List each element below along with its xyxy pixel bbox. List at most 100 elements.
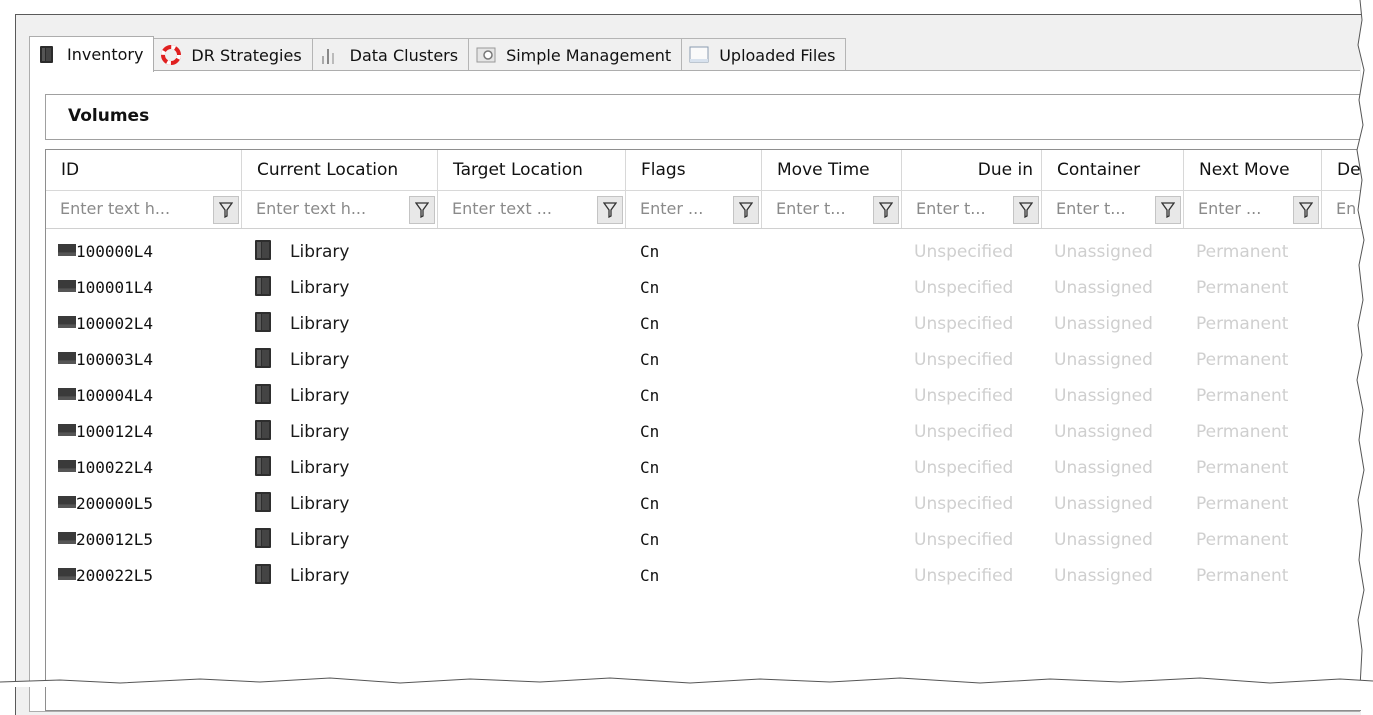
cell-current-location: Library <box>254 414 446 450</box>
table-row[interactable]: 100000L4 Library Cn Unspecified Unassigned Pe… <box>46 234 1361 270</box>
location-label: Library <box>290 386 350 406</box>
cell-current-location: Library <box>254 270 446 306</box>
volume-icon <box>58 532 76 544</box>
filter-icon <box>879 202 893 218</box>
cell-due-in: Unspecified <box>914 278 1014 298</box>
cell-flags: Cn <box>640 422 660 441</box>
column-header-move-time[interactable]: Move Time <box>762 150 902 190</box>
volumes-grid: ID Current Location Target Location Flags Mo… <box>45 149 1373 711</box>
files-icon <box>689 45 709 65</box>
tab-uploaded-files[interactable]: Uploaded Files <box>681 38 847 71</box>
volume-id: 100000L4 <box>76 242 154 261</box>
filter-icon <box>1299 202 1313 218</box>
cell-id: 100002L4 <box>58 306 250 342</box>
library-icon <box>255 384 271 404</box>
filter-button-due-in[interactable] <box>1013 196 1039 224</box>
library-icon <box>255 420 271 440</box>
volume-icon <box>58 568 76 580</box>
filter-button-current-location[interactable] <box>409 196 435 224</box>
table-row[interactable]: 100022L4 Library Cn Unspecified Unassigned Pe… <box>46 450 1361 486</box>
volumes-groupbox: Volumes <box>45 94 1361 140</box>
volume-icon <box>58 460 76 472</box>
table-row[interactable]: 200000L5 Library Cn Unspecified Unassigned Pe… <box>46 486 1361 522</box>
cell-next-move: Permanent <box>1196 566 1289 586</box>
filter-cell-due-in <box>902 190 1042 228</box>
filter-cell-move-time <box>762 190 902 228</box>
filter-input-current-location[interactable] <box>242 190 408 227</box>
cell-container: Unassigned <box>1054 458 1153 478</box>
table-row[interactable]: 100004L4 Library Cn Unspecified Unassigned Pe… <box>46 378 1361 414</box>
volume-icon <box>58 352 76 364</box>
column-header-target-location[interactable]: Target Location <box>438 150 626 190</box>
cell-id: 200012L5 <box>58 522 250 558</box>
inventory-icon <box>37 45 57 65</box>
filter-button-container[interactable] <box>1155 196 1181 224</box>
table-row[interactable]: 100002L4 Library Cn Unspecified Unassigned Pe… <box>46 306 1361 342</box>
tab-label: DR Strategies <box>191 45 302 65</box>
cell-flags: Cn <box>640 278 660 297</box>
column-header-id[interactable]: ID <box>46 150 242 190</box>
library-icon <box>255 276 271 296</box>
table-row[interactable]: 100012L4 Library Cn Unspecified Unassigned Pe… <box>46 414 1361 450</box>
cell-current-location: Library <box>254 450 446 486</box>
cell-id: 100012L4 <box>58 414 250 450</box>
filter-input-target-location[interactable] <box>438 190 596 227</box>
cell-move-time <box>776 306 898 342</box>
table-row[interactable]: 200012L5 Library Cn Unspecified Unassigned Pe… <box>46 522 1361 558</box>
column-header-container[interactable]: Container <box>1042 150 1184 190</box>
column-header-flags[interactable]: Flags <box>626 150 762 190</box>
table-row[interactable]: 100003L4 Library Cn Unspecified Unassigned Pe… <box>46 342 1361 378</box>
cell-container: Unassigned <box>1054 350 1153 370</box>
cell-next-move: Permanent <box>1196 242 1289 262</box>
cell-flags: Cn <box>640 386 660 405</box>
column-header-next-move[interactable]: Next Move <box>1184 150 1322 190</box>
cell-id: 200022L5 <box>58 558 250 594</box>
library-icon <box>255 492 271 512</box>
column-header-current-location[interactable]: Current Location <box>242 150 438 190</box>
cell-due-in: Unspecified <box>914 530 1014 550</box>
filter-input-due-in[interactable] <box>902 190 1012 227</box>
cell-next-move: Permanent <box>1196 458 1289 478</box>
filter-input-container[interactable] <box>1042 190 1154 227</box>
cell-due-in: Unspecified <box>914 386 1014 406</box>
table-row[interactable]: 100001L4 Library Cn Unspecified Unassigned Pe… <box>46 270 1361 306</box>
tab-label: Data Clusters <box>349 45 459 65</box>
cell-next-move: Permanent <box>1196 530 1289 550</box>
filter-button-flags[interactable] <box>733 196 759 224</box>
volume-id: 200022L5 <box>76 566 154 585</box>
column-header-due-in[interactable]: Due in <box>902 150 1042 190</box>
tab-strip: Inventory DR Strategies Data Clusters Si… <box>29 36 847 72</box>
tab-simple-management[interactable]: Simple Management <box>468 38 683 71</box>
tab-dr-strategies[interactable]: DR Strategies <box>153 38 313 71</box>
cell-container: Unassigned <box>1054 530 1153 550</box>
filter-input-flags[interactable] <box>626 190 732 227</box>
tab-inventory[interactable]: Inventory <box>29 36 155 72</box>
tab-data-clusters[interactable]: Data Clusters <box>311 38 470 71</box>
cell-next-move: Permanent <box>1196 386 1289 406</box>
torn-edge-right <box>1356 0 1373 687</box>
filter-cell-flags <box>626 190 762 228</box>
location-label: Library <box>290 422 350 442</box>
volume-id: 100001L4 <box>76 278 154 297</box>
cell-move-time <box>776 414 898 450</box>
cell-container: Unassigned <box>1054 386 1153 406</box>
cell-current-location: Library <box>254 306 446 342</box>
filter-icon <box>1161 202 1175 218</box>
filter-input-move-time[interactable] <box>762 190 872 227</box>
cell-next-move: Permanent <box>1196 314 1289 334</box>
filter-button-target-location[interactable] <box>597 196 623 224</box>
cell-current-location: Library <box>254 342 446 378</box>
group-title: Volumes <box>68 106 150 126</box>
location-label: Library <box>290 350 350 370</box>
table-row[interactable]: 200022L5 Library Cn Unspecified Unassigned Pe… <box>46 558 1361 594</box>
location-label: Library <box>290 458 350 478</box>
filter-button-id[interactable] <box>213 196 239 224</box>
volume-icon <box>58 316 76 328</box>
cell-id: 100000L4 <box>58 234 250 270</box>
filter-button-move-time[interactable] <box>873 196 899 224</box>
cell-due-in: Unspecified <box>914 458 1014 478</box>
volume-icon <box>58 244 76 256</box>
filter-input-next-move[interactable] <box>1184 190 1292 227</box>
filter-input-id[interactable] <box>46 190 212 227</box>
filter-button-next-move[interactable] <box>1293 196 1319 224</box>
